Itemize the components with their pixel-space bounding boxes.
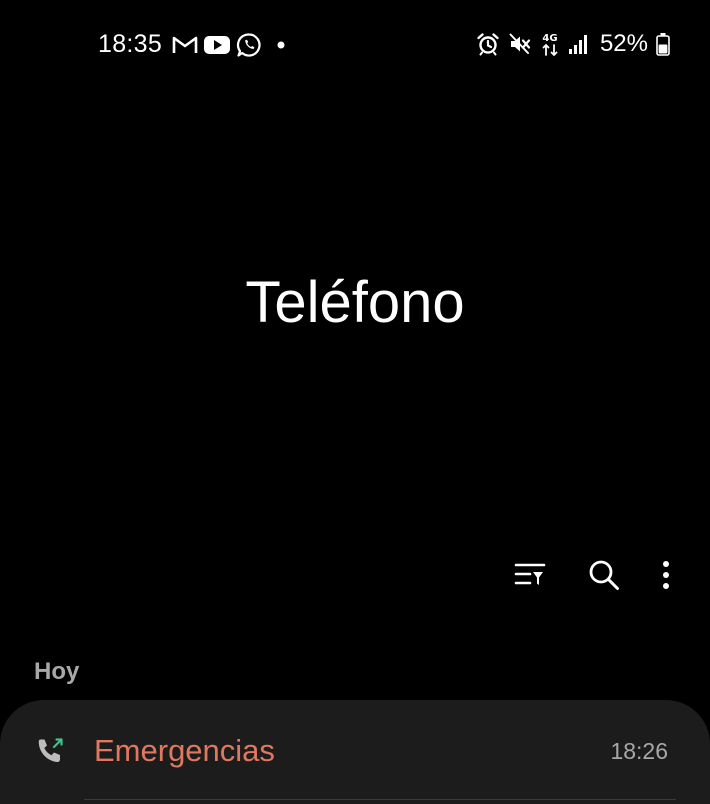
phone-screen: 18:35 4G 52% Teléfono Hoy Emergencias 18…	[0, 0, 710, 804]
4g-data-icon: 4G	[540, 31, 560, 57]
signal-icon	[568, 33, 588, 55]
call-log-list: Emergencias 18:26	[0, 700, 710, 804]
system-status-icons: 4G 52%	[476, 30, 670, 58]
outgoing-call-icon	[35, 736, 65, 766]
toolbar	[502, 556, 682, 598]
battery-icon	[656, 32, 670, 56]
call-time: 18:26	[610, 738, 668, 764]
whatsapp-icon	[236, 32, 262, 58]
filter-button[interactable]	[502, 556, 558, 598]
gmail-icon	[172, 35, 198, 55]
svg-text:4G: 4G	[542, 33, 557, 44]
battery-percent: 52%	[599, 30, 648, 57]
call-log-item[interactable]: Emergencias 18:26	[0, 700, 710, 800]
notification-icons	[172, 31, 285, 59]
more-options-button[interactable]	[650, 556, 682, 598]
more-options-icon	[662, 560, 670, 595]
divider	[84, 799, 676, 800]
filter-list-icon	[514, 561, 546, 594]
status-bar: 18:35 4G 52%	[0, 0, 710, 88]
mute-icon	[508, 32, 532, 56]
status-time: 18:35	[98, 30, 163, 58]
alarm-icon	[476, 32, 500, 56]
search-button[interactable]	[576, 556, 632, 598]
notification-dot-icon	[277, 41, 285, 49]
search-icon	[588, 559, 620, 596]
youtube-icon	[203, 34, 231, 56]
call-contact-name: Emergencias	[94, 733, 275, 768]
section-header-today: Hoy	[34, 658, 80, 685]
page-title: Teléfono	[245, 270, 465, 335]
